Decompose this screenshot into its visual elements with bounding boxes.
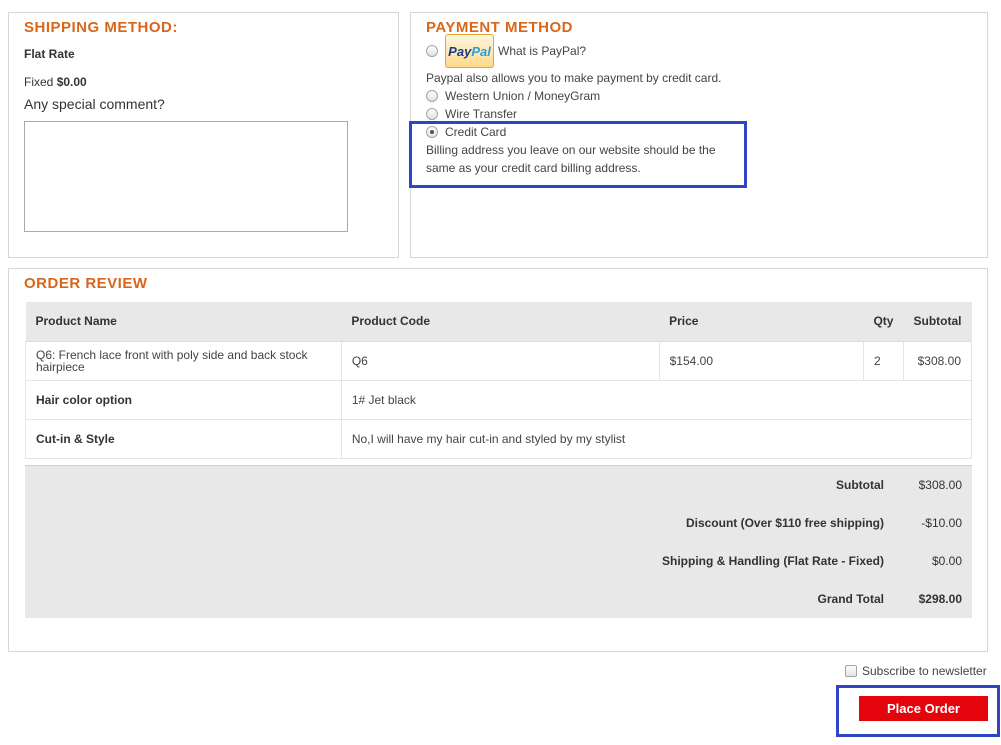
- totals-shipping-label: Shipping & Handling (Flat Rate - Fixed): [662, 554, 884, 568]
- shipping-method-panel: SHIPPING METHOD: Flat Rate Fixed $0.00 A…: [8, 12, 399, 258]
- option-value-cut-style: No,I will have my hair cut-in and styled…: [340, 418, 973, 459]
- option-label-cut-style: Cut-in & Style: [25, 418, 342, 459]
- option-label-hair-color: Hair color option: [25, 379, 342, 420]
- totals-shipping-row: Shipping & Handling (Flat Rate - Fixed) …: [25, 542, 972, 580]
- paypal-option[interactable]: Pay Pal What is PayPal?: [426, 34, 586, 68]
- header-subtotal: Subtotal: [903, 302, 972, 342]
- comment-textarea[interactable]: [24, 121, 348, 232]
- totals-grand-row: Grand Total $298.00: [25, 580, 972, 618]
- order-review-panel: ORDER REVIEW Product Name Product Code P…: [8, 268, 988, 652]
- wire-transfer-radio[interactable]: [426, 108, 438, 120]
- wire-transfer-label: Wire Transfer: [445, 107, 518, 121]
- header-qty: Qty: [863, 302, 904, 342]
- header-product-name: Product Name: [25, 302, 342, 342]
- item-qty: 2: [862, 340, 904, 381]
- totals-shipping-value: $0.00: [931, 554, 962, 568]
- item-subtotal: $308.00: [902, 340, 973, 381]
- shipping-fixed-price: Fixed $0.00: [24, 75, 87, 89]
- fixed-price: $0.00: [56, 75, 87, 89]
- newsletter-label: Subscribe to newsletter: [862, 664, 987, 678]
- western-union-radio[interactable]: [426, 90, 438, 102]
- header-product-code: Product Code: [341, 302, 660, 342]
- what-is-paypal-link[interactable]: What is PayPal?: [498, 44, 586, 58]
- paypal-note: Paypal also allows you to make payment b…: [426, 71, 722, 85]
- paypal-logo: Pay Pal: [445, 34, 494, 68]
- option-value-hair-color: 1# Jet black: [340, 379, 973, 420]
- item-code: Q6: [340, 340, 660, 381]
- western-union-label: Western Union / MoneyGram: [445, 89, 601, 103]
- western-union-option[interactable]: Western Union / MoneyGram: [426, 89, 600, 103]
- totals-grand-label: Grand Total: [817, 592, 884, 606]
- shipping-method-name: Flat Rate: [24, 47, 75, 61]
- table-header-row: Product Name Product Code Price Qty Subt…: [25, 302, 972, 342]
- place-order-button[interactable]: Place Order: [859, 696, 988, 721]
- order-review-title: ORDER REVIEW: [24, 275, 148, 292]
- item-price: $154.00: [658, 340, 864, 381]
- order-table: Product Name Product Code Price Qty Subt…: [25, 302, 973, 459]
- totals-subtotal-value: $308.00: [918, 478, 962, 492]
- paypal-radio[interactable]: [426, 45, 438, 57]
- table-row: Hair color option 1# Jet black: [25, 379, 973, 420]
- totals-subtotal-row: Subtotal $308.00: [25, 466, 972, 504]
- fixed-label: Fixed: [24, 75, 54, 89]
- header-price: Price: [659, 302, 864, 342]
- totals-discount-label: Discount (Over $110 free shipping): [685, 516, 884, 530]
- totals-subtotal-label: Subtotal: [836, 478, 884, 492]
- item-name: Q6: French lace front with poly side and…: [25, 340, 342, 381]
- order-totals: Subtotal $308.00 Discount (Over $110 fre…: [25, 465, 972, 618]
- totals-grand-value: $298.00: [918, 592, 962, 606]
- wire-transfer-option[interactable]: Wire Transfer: [426, 107, 517, 121]
- totals-discount-value: -$10.00: [921, 516, 962, 530]
- newsletter-option[interactable]: Subscribe to newsletter: [845, 664, 987, 678]
- totals-discount-row: Discount (Over $110 free shipping) -$10.…: [25, 504, 972, 542]
- credit-card-highlight: [409, 121, 747, 188]
- shipping-method-title: SHIPPING METHOD:: [24, 19, 178, 36]
- table-row: Cut-in & Style No,I will have my hair cu…: [25, 418, 973, 459]
- newsletter-checkbox[interactable]: [845, 665, 857, 677]
- table-row: Q6: French lace front with poly side and…: [25, 340, 973, 381]
- comment-label: Any special comment?: [24, 96, 165, 112]
